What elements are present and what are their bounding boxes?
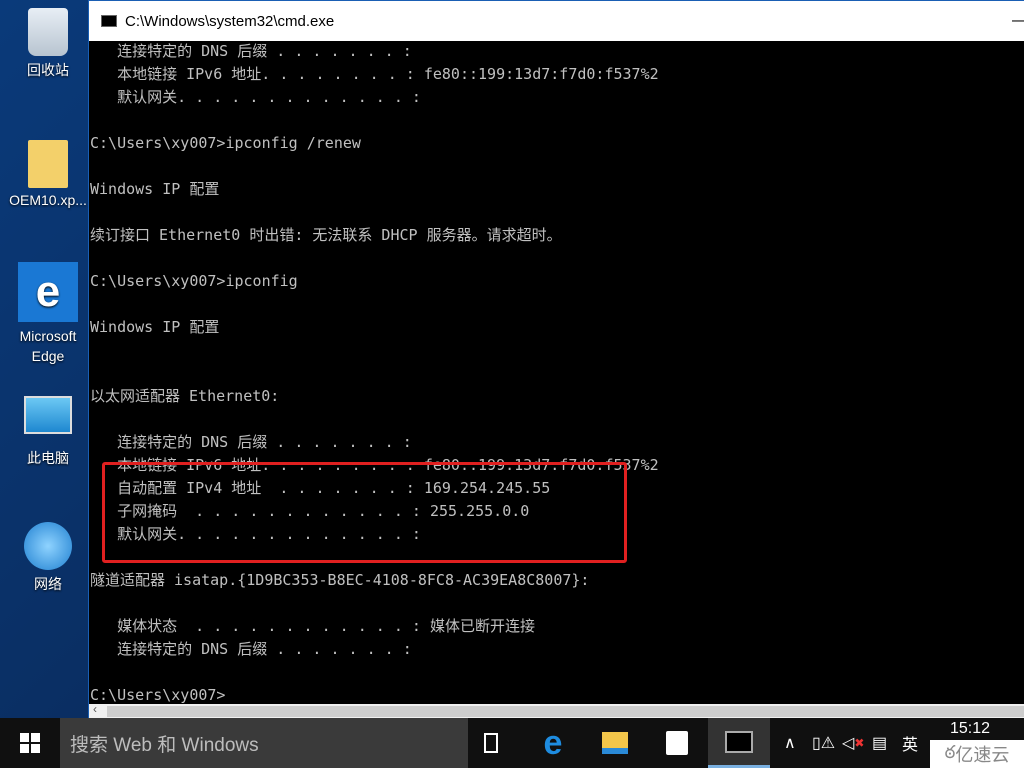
desktop-icon-network[interactable]: 网络 (6, 522, 90, 594)
terminal-line: 连接特定的 DNS 后缀 . . . . . . . : (90, 640, 412, 658)
notifications-icon[interactable]: ▤ (872, 718, 887, 768)
show-hidden-icons[interactable]: ∧ (784, 718, 796, 768)
desktop-icon-this-pc[interactable]: 此电脑 (6, 396, 90, 468)
task-view-icon (484, 733, 498, 753)
terminal-line: 媒体状态 . . . . . . . . . . . . : 媒体已断开连接 (90, 617, 535, 635)
store-icon (666, 731, 688, 755)
explorer-taskbar-button[interactable] (584, 718, 646, 768)
desktop-icon-recycle-bin[interactable]: 回收站 (6, 8, 90, 80)
computer-icon (24, 396, 72, 434)
terminal-line: C:\Users\xy007>ipconfig /renew (90, 134, 361, 152)
terminal-line: Windows IP 配置 (90, 318, 220, 336)
start-button[interactable] (0, 718, 60, 768)
minimize-button[interactable]: — (997, 1, 1024, 41)
folder-icon (602, 732, 628, 754)
highlight-box (102, 462, 627, 563)
recycle-bin-icon (28, 8, 68, 56)
terminal-line: 续订接口 Ethernet0 时出错: 无法联系 DHCP 服务器。请求超时。 (90, 226, 562, 244)
windows-logo-icon (20, 733, 40, 753)
taskbar: 搜索 Web 和 Windows e ∧ ▯⚠ ◁ ✖ ▤ 英 15:12 ఠ 亿速… (0, 718, 1024, 768)
title-bar[interactable]: C:\Windows\system32\cmd.exe (89, 1, 1024, 41)
terminal-line: 连接特定的 DNS 后缀 . . . . . . . : (90, 42, 412, 60)
window-title: C:\Windows\system32\cmd.exe (125, 12, 335, 30)
terminal-line: C:\Users\xy007> (90, 686, 226, 704)
store-taskbar-button[interactable] (646, 718, 708, 768)
edge-taskbar-button[interactable]: e (522, 718, 584, 768)
scroll-left-icon[interactable]: ‹ (93, 702, 97, 716)
terminal-output[interactable]: 连接特定的 DNS 后缀 . . . . . . . : 本地链接 IPv6 地… (90, 40, 1024, 704)
task-view-button[interactable] (460, 718, 522, 768)
terminal-line: 隧道适配器 isatap.{1D9BC353-B8EC-4108-8FC8-AC… (90, 571, 590, 589)
network-icon (24, 522, 72, 570)
cloud-logo-icon: ఠ (944, 741, 956, 762)
desktop-icon-folder[interactable]: OEM10.xp... (6, 140, 90, 208)
cmd-icon (101, 15, 117, 27)
terminal-line: 以太网适配器 Ethernet0: (90, 387, 280, 405)
terminal-line: 本地链接 IPv6 地址. . . . . . . . : fe80::199:… (90, 65, 659, 83)
ime-indicator[interactable]: 英 (902, 718, 918, 768)
horizontal-scrollbar[interactable]: ‹ (89, 702, 1024, 719)
cmd-taskbar-button[interactable] (708, 718, 770, 768)
folder-icon (28, 140, 68, 188)
terminal-line: C:\Users\xy007>ipconfig (90, 272, 298, 290)
scrollbar-thumb[interactable] (107, 706, 1024, 717)
edge-icon: e (18, 262, 78, 322)
network-warning-icon[interactable]: ▯⚠ (812, 718, 835, 768)
edge-icon: e (543, 723, 563, 762)
watermark: ఠ 亿速云 (930, 740, 1024, 768)
cmd-window[interactable]: C:\Windows\system32\cmd.exe — 连接特定的 DNS … (88, 0, 1024, 719)
terminal-line: Windows IP 配置 (90, 180, 220, 198)
terminal-line: 默认网关. . . . . . . . . . . . . : (90, 88, 421, 106)
cmd-icon (725, 730, 753, 753)
desktop-icon-edge[interactable]: e Microsoft Edge (6, 262, 90, 366)
terminal-line: 连接特定的 DNS 后缀 . . . . . . . : (90, 433, 412, 451)
volume-muted-icon[interactable]: ◁ ✖ (842, 718, 864, 768)
search-box[interactable]: 搜索 Web 和 Windows (60, 718, 468, 768)
